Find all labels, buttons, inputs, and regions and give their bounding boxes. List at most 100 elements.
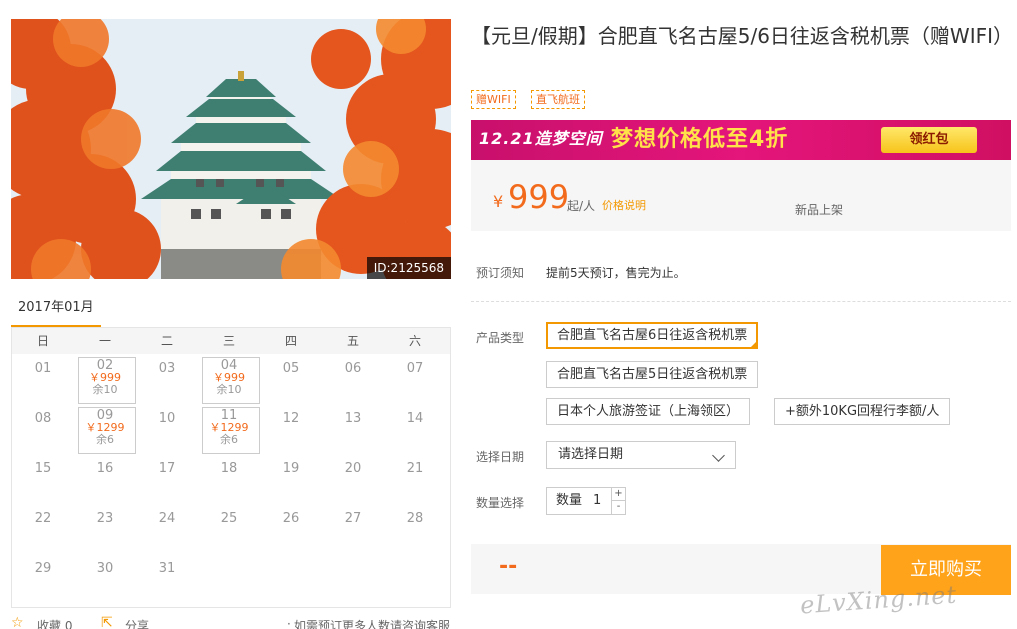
weekday-label: 五 xyxy=(346,334,359,348)
bullet-dot: · xyxy=(287,617,291,629)
calendar-week-row: 01 02 ￥999 余10 03 04 ￥999 余10 05 06 07 xyxy=(12,354,450,404)
banner-event: 12.21造梦空间 xyxy=(479,129,603,148)
day-number: 14 xyxy=(406,411,424,426)
type-option-text: 合肥直飞名古屋6日往返含税机票 xyxy=(557,328,748,343)
calendar-day: 12 xyxy=(260,404,322,454)
calendar-day: 08 xyxy=(12,404,74,454)
plus-icon[interactable]: + xyxy=(611,488,625,501)
calendar-grid: 01 02 ￥999 余10 03 04 ￥999 余10 05 06 07 08 09 ￥1299 余6 1… xyxy=(12,354,450,604)
divider xyxy=(471,301,1011,302)
tag-wifi: 赠WIFI xyxy=(471,90,516,109)
day-border xyxy=(78,407,136,454)
day-number: 20 xyxy=(344,461,362,476)
calendar-day: 14 xyxy=(384,404,446,454)
calendar-day: 23 xyxy=(74,504,136,554)
promo-banner[interactable]: 12.21造梦空间 梦想价格低至4折 领红包 xyxy=(471,120,1011,160)
calendar-day: 10 xyxy=(136,404,198,454)
calendar-day: 25 xyxy=(198,504,260,554)
share-icon[interactable]: ⇱ xyxy=(101,615,113,629)
selected-check-icon xyxy=(749,340,759,349)
share-link[interactable]: 分享 xyxy=(125,617,149,629)
chevron-down-icon xyxy=(712,449,725,462)
day-number: 08 xyxy=(34,411,52,426)
type-option-6day[interactable]: 合肥直飞名古屋6日往返含税机票 xyxy=(546,322,759,349)
calendar-day: 19 xyxy=(260,454,322,504)
calendar-day: 26 xyxy=(260,504,322,554)
weekday-label: 二 xyxy=(160,334,173,348)
day-number: 28 xyxy=(406,511,424,526)
calendar-week-row: 15 16 17 18 19 20 21 xyxy=(12,454,450,504)
weekday-label: 日 xyxy=(36,334,49,348)
date-select-value: 请选择日期 xyxy=(558,447,624,462)
day-number: 07 xyxy=(406,361,424,376)
calendar-weekday-header: 日一二三四五六 xyxy=(12,327,450,354)
calendar-day: 13 xyxy=(322,404,384,454)
type-option-5day[interactable]: 合肥直飞名古屋5日往返含税机票 xyxy=(546,361,759,388)
day-number: 17 xyxy=(158,461,176,476)
day-number: 05 xyxy=(282,361,300,376)
product-title: 【元旦/假期】合肥直飞名古屋5/6日往返含税机票（赠WIFI） xyxy=(471,24,1014,48)
calendar-day-available[interactable]: 04 ￥999 余10 xyxy=(198,354,260,404)
calendar-day-available[interactable]: 02 ￥999 余10 xyxy=(74,354,136,404)
calendar-month-tab[interactable]: 2017年01月 xyxy=(11,298,101,328)
day-number: 27 xyxy=(344,511,362,526)
type-option-baggage[interactable]: +额外10KG回程行李额/人 xyxy=(774,398,951,425)
day-number: 16 xyxy=(96,461,114,476)
calendar-day-available[interactable]: 09 ￥1299 余6 xyxy=(74,404,136,454)
quantity-field-label: 数量 xyxy=(556,493,583,508)
red-packet-button[interactable]: 领红包 xyxy=(881,127,977,153)
price-value: 999 xyxy=(508,178,570,216)
day-number: 31 xyxy=(158,561,176,576)
booking-text: 提前5天预订，售完为止。 xyxy=(546,266,686,280)
day-border xyxy=(202,407,260,454)
day-number: 15 xyxy=(34,461,52,476)
minus-icon[interactable]: - xyxy=(611,501,625,514)
weekday-label: 六 xyxy=(408,334,421,348)
day-number: 22 xyxy=(34,511,52,526)
currency-symbol: ¥ xyxy=(493,192,504,211)
castle-photo xyxy=(11,19,451,279)
price-note-link[interactable]: 价格说明 xyxy=(602,197,646,213)
calendar-day: 06 xyxy=(322,354,384,404)
day-number: 01 xyxy=(34,361,52,376)
day-number: 10 xyxy=(158,411,176,426)
price-unit: 起/人 xyxy=(567,199,596,213)
calendar-day: 21 xyxy=(384,454,446,504)
day-number: 21 xyxy=(406,461,424,476)
day-number: 13 xyxy=(344,411,362,426)
calendar-day: 30 xyxy=(74,554,136,604)
weekday-label: 四 xyxy=(284,334,297,348)
calendar-day: 15 xyxy=(12,454,74,504)
star-icon[interactable]: ☆ xyxy=(11,615,24,629)
calendar: 日 一 二 三 四 五 六 01 02 ￥999 余10 03 04 ￥999 余10 05 06 07 08 09… xyxy=(11,327,451,608)
calendar-day: 31 xyxy=(136,554,198,604)
date-select[interactable]: 请选择日期 xyxy=(546,441,736,469)
day-number: 03 xyxy=(158,361,176,376)
calendar-day: 29 xyxy=(12,554,74,604)
image-id-label: ID:2125568 xyxy=(366,257,451,279)
quantity-stepper[interactable]: 数量 1 + - xyxy=(546,487,626,515)
day-number: 24 xyxy=(158,511,176,526)
calendar-week-row: 29 30 31 xyxy=(12,554,450,604)
product-type-label: 产品类型 xyxy=(476,331,525,345)
day-number: 12 xyxy=(282,411,300,426)
weekday-label: 三 xyxy=(222,334,235,348)
calendar-week-row: 22 23 24 25 26 27 28 xyxy=(12,504,450,554)
day-number: 23 xyxy=(96,511,114,526)
type-option-visa[interactable]: 日本个人旅游签证（上海领区） xyxy=(546,398,751,425)
calendar-day: 03 xyxy=(136,354,198,404)
day-number: 26 xyxy=(282,511,300,526)
calendar-day: 20 xyxy=(322,454,384,504)
quantity-value[interactable]: 1 xyxy=(593,488,601,514)
day-number: 18 xyxy=(220,461,238,476)
day-border xyxy=(202,357,260,404)
day-number: 25 xyxy=(220,511,238,526)
status-badge: 新品上架 xyxy=(795,203,844,217)
calendar-week-row: 08 09 ￥1299 余6 10 11 ￥1299 余6 12 13 14 xyxy=(12,404,450,454)
date-label: 选择日期 xyxy=(476,450,525,464)
product-image: ID:2125568 xyxy=(11,19,451,279)
day-border xyxy=(78,357,136,404)
calendar-day-available[interactable]: 11 ￥1299 余6 xyxy=(198,404,260,454)
calendar-day: 22 xyxy=(12,504,74,554)
favorite-link[interactable]: 收藏 0 xyxy=(37,617,72,629)
